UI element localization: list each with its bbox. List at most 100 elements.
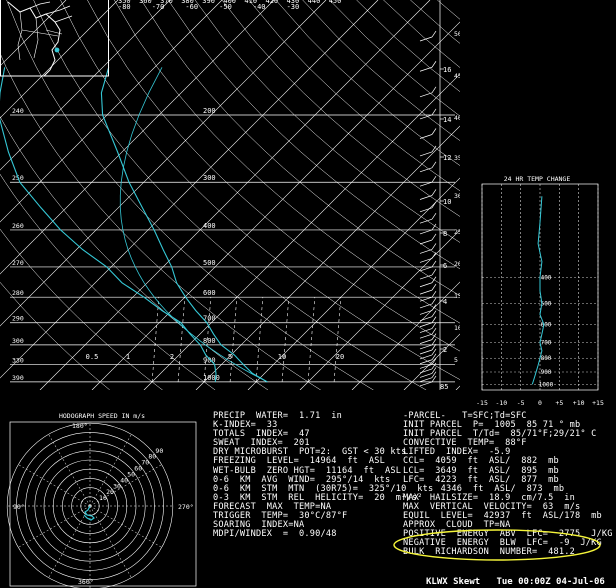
- wind-barb-flag: [431, 327, 437, 335]
- wind-barb-flag: [431, 213, 437, 220]
- wind-barb: [419, 213, 437, 224]
- wind-barb: [419, 176, 437, 187]
- hodograph-ring-label: 90: [155, 447, 163, 455]
- wind-barb-flag: [431, 276, 437, 283]
- left-height-label: 240: [12, 107, 24, 115]
- dewpoint-trace: [0, 67, 217, 382]
- wind-barb-flag: [431, 243, 437, 250]
- wind-barb: [419, 223, 437, 235]
- hodograph-trace: [83, 505, 95, 521]
- wind-barb: [419, 268, 437, 280]
- footer-label: KLWX Skewt Tue 00:00Z 04-Jul-06: [426, 577, 605, 587]
- wind-barb-flag: [431, 310, 437, 317]
- wind-barb-staff: [419, 207, 433, 213]
- temp-change-panel: 24 HR TEMP CHANGE -15 -10 -5 0 +5 +10 +15 400 500…: [470, 172, 616, 412]
- pressure-label: 800: [203, 337, 216, 345]
- right-kft-label: 20: [454, 260, 460, 268]
- wind-barb: [419, 86, 437, 98]
- mixing-ratio-label: 1: [126, 353, 130, 361]
- wind-barb-staff: [419, 368, 433, 374]
- mixing-ratio-label: 5: [228, 353, 232, 361]
- isotherm-line: [299, 229, 460, 391]
- temp-change-chart: 24 HR TEMP CHANGE-15 -10 -5 0 +5 +10 +15400500…: [476, 175, 604, 407]
- temp-change-level-label: 600: [541, 322, 552, 329]
- right-km-label: 4: [443, 298, 447, 306]
- right-kft-label: 15: [454, 292, 460, 300]
- wind-barb-staff: [419, 322, 433, 328]
- wind-barb-flag: [431, 30, 437, 38]
- right-km-label: 2: [443, 346, 447, 354]
- wind-barb-flag: [431, 233, 437, 241]
- temp-change-tick: -15: [476, 399, 488, 407]
- hodograph-title: HODOGRAPH SPEED IN m/s: [59, 412, 145, 420]
- isotherm-line: [91, 21, 460, 391]
- wind-barb-staff: [419, 36, 433, 42]
- mixing-ratio-line: [307, 297, 316, 382]
- hodograph-frame: [9, 421, 197, 587]
- mixing-ratio-line: [151, 297, 160, 382]
- temp-change-tick: 0: [538, 399, 542, 407]
- right-kft-label: 50: [454, 30, 460, 38]
- right-kft-label: 45: [454, 72, 460, 80]
- wind-barb-flag: [431, 61, 437, 68]
- wind-barb-staff: [419, 249, 433, 254]
- temp-change-level-label: 800: [541, 355, 552, 362]
- wind-barb-staff: [419, 344, 433, 350]
- wind-barb-staff: [419, 92, 433, 98]
- left-height-label: 390: [12, 374, 24, 382]
- wind-barb-flag: [431, 108, 437, 116]
- wind-barb-flag: [431, 201, 437, 208]
- pressure-label: 700: [203, 315, 216, 323]
- dry-adiabat: [410, 0, 460, 44]
- temperature-trace: [100, 67, 268, 383]
- mixing-ratio-label: 2: [170, 353, 174, 361]
- mixing-ratio-line: [177, 297, 186, 382]
- wind-barb-staff: [419, 266, 433, 272]
- wind-barb-flag: [431, 297, 437, 305]
- dry-adiabat: [302, 0, 460, 141]
- wind-barb-staff: [419, 289, 433, 295]
- indices-right: -PARCEL- T=SFC;Td=SFC INIT PARCEL P= 1005…: [403, 411, 613, 558]
- wind-barb: [419, 108, 437, 120]
- wind-barb-staff: [419, 377, 433, 383]
- wind-barb-staff: [419, 181, 433, 187]
- temp-change-tick: -5: [517, 399, 525, 407]
- right-km-label: 10: [443, 198, 451, 206]
- wind-barb-staff: [419, 258, 433, 263]
- wind-barb-staff: [419, 373, 433, 378]
- wind-barb-flag: [431, 304, 437, 311]
- temp-change-tick: +5: [555, 399, 563, 407]
- wind-barb-staff: [419, 381, 433, 387]
- wind-barb-flag: [431, 290, 437, 298]
- right-kft-bottom-label: 85: [440, 383, 448, 391]
- wind-barb-staff: [419, 339, 433, 344]
- mixing-ratio-line: [229, 297, 238, 382]
- index-line: MDPI/WINDEX = 0.90/48: [213, 529, 337, 540]
- wind-barb-staff: [419, 229, 433, 235]
- mixing-ratio-line: [255, 297, 264, 382]
- right-kft-label: 5: [454, 356, 458, 364]
- dry-adiabat: [356, 0, 460, 93]
- right-kft-label: 30: [454, 192, 460, 200]
- hodograph-dir-label: 360°: [78, 578, 94, 586]
- temp-change-level-label: 400: [541, 274, 552, 281]
- wind-barb-staff: [419, 310, 433, 315]
- wind-barb-flag: [431, 322, 437, 329]
- dry-adiabat: [87, 0, 460, 352]
- pressure-label: 300: [203, 174, 216, 182]
- wind-barb-staff: [419, 195, 433, 200]
- temp-change-level-label: 900: [541, 369, 552, 376]
- wind-barb-flag: [431, 223, 437, 231]
- wind-barb-staff: [419, 333, 433, 339]
- wind-barb-flag: [431, 176, 437, 183]
- wind-barb-flag: [431, 128, 437, 135]
- left-height-label: 300: [12, 337, 24, 345]
- dry-adiabat: [329, 0, 460, 117]
- wind-barb-staff: [419, 296, 433, 302]
- mixing-ratio-label: 0.5: [86, 353, 99, 361]
- pressure-label: 200: [203, 107, 216, 115]
- left-height-label: 260: [12, 222, 24, 230]
- hodograph-panel: HODOGRAPH SPEED IN m/s 10 20 30 40 50 60 70 80 90…: [0, 408, 205, 588]
- right-km-label: 8: [443, 230, 447, 238]
- wind-barb-staff: [419, 316, 433, 322]
